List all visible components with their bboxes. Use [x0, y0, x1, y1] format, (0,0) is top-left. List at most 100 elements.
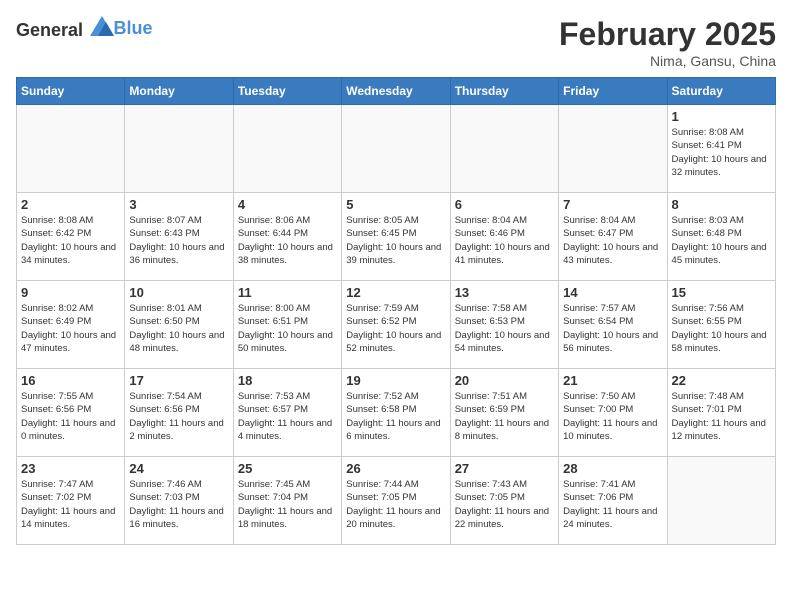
calendar-header-row: SundayMondayTuesdayWednesdayThursdayFrid… — [17, 78, 776, 105]
calendar-cell — [233, 105, 341, 193]
day-number: 23 — [21, 461, 120, 476]
calendar-cell: 23 Sunrise: 7:47 AM Sunset: 7:02 PM Dayli… — [17, 457, 125, 545]
day-info: Sunrise: 7:46 AM Sunset: 7:03 PM Dayligh… — [129, 478, 228, 531]
day-header-saturday: Saturday — [667, 78, 775, 105]
day-header-sunday: Sunday — [17, 78, 125, 105]
day-info: Sunrise: 8:08 AM Sunset: 6:42 PM Dayligh… — [21, 214, 120, 267]
day-info: Sunrise: 7:58 AM Sunset: 6:53 PM Dayligh… — [455, 302, 554, 355]
calendar-cell: 10 Sunrise: 8:01 AM Sunset: 6:50 PM Dayli… — [125, 281, 233, 369]
day-number: 19 — [346, 373, 445, 388]
day-number: 1 — [672, 109, 771, 124]
calendar-cell: 25 Sunrise: 7:45 AM Sunset: 7:04 PM Dayli… — [233, 457, 341, 545]
calendar-cell: 24 Sunrise: 7:46 AM Sunset: 7:03 PM Dayli… — [125, 457, 233, 545]
day-number: 13 — [455, 285, 554, 300]
logo-blue: Blue — [114, 18, 153, 38]
day-info: Sunrise: 8:00 AM Sunset: 6:51 PM Dayligh… — [238, 302, 337, 355]
day-number: 16 — [21, 373, 120, 388]
day-info: Sunrise: 7:50 AM Sunset: 7:00 PM Dayligh… — [563, 390, 662, 443]
logo-icon — [90, 16, 114, 36]
calendar-cell: 28 Sunrise: 7:41 AM Sunset: 7:06 PM Dayli… — [559, 457, 667, 545]
day-number: 14 — [563, 285, 662, 300]
calendar-cell: 16Sunrise: 7:55 AM Sunset: 6:56 PM Dayli… — [17, 369, 125, 457]
calendar-title: February 2025 — [559, 16, 776, 53]
calendar-cell — [125, 105, 233, 193]
day-info: Sunrise: 7:48 AM Sunset: 7:01 PM Dayligh… — [672, 390, 771, 443]
calendar-cell: 18 Sunrise: 7:53 AM Sunset: 6:57 PM Dayli… — [233, 369, 341, 457]
day-number: 18 — [238, 373, 337, 388]
day-info: Sunrise: 8:01 AM Sunset: 6:50 PM Dayligh… — [129, 302, 228, 355]
calendar-cell: 11 Sunrise: 8:00 AM Sunset: 6:51 PM Dayli… — [233, 281, 341, 369]
day-number: 12 — [346, 285, 445, 300]
calendar-cell — [342, 105, 450, 193]
day-info: Sunrise: 7:56 AM Sunset: 6:55 PM Dayligh… — [672, 302, 771, 355]
calendar-cell: 3Sunrise: 8:07 AM Sunset: 6:43 PM Daylig… — [125, 193, 233, 281]
logo-general: General — [16, 20, 83, 40]
calendar-cell: 21Sunrise: 7:50 AM Sunset: 7:00 PM Dayli… — [559, 369, 667, 457]
day-number: 6 — [455, 197, 554, 212]
day-number: 26 — [346, 461, 445, 476]
day-number: 15 — [672, 285, 771, 300]
calendar-cell: 2 Sunrise: 8:08 AM Sunset: 6:42 PM Daylig… — [17, 193, 125, 281]
calendar-cell: 4Sunrise: 8:06 AM Sunset: 6:44 PM Daylig… — [233, 193, 341, 281]
title-block: February 2025 Nima, Gansu, China — [559, 16, 776, 69]
calendar-cell: 17 Sunrise: 7:54 AM Sunset: 6:56 PM Dayli… — [125, 369, 233, 457]
day-info: Sunrise: 7:45 AM Sunset: 7:04 PM Dayligh… — [238, 478, 337, 531]
calendar-cell: 13 Sunrise: 7:58 AM Sunset: 6:53 PM Dayli… — [450, 281, 558, 369]
page-header: General Blue February 2025 Nima, Gansu, … — [16, 16, 776, 69]
day-info: Sunrise: 7:47 AM Sunset: 7:02 PM Dayligh… — [21, 478, 120, 531]
day-number: 2 — [21, 197, 120, 212]
day-info: Sunrise: 8:03 AM Sunset: 6:48 PM Dayligh… — [672, 214, 771, 267]
calendar-week-4: 16Sunrise: 7:55 AM Sunset: 6:56 PM Dayli… — [17, 369, 776, 457]
day-number: 28 — [563, 461, 662, 476]
day-number: 5 — [346, 197, 445, 212]
day-info: Sunrise: 8:04 AM Sunset: 6:46 PM Dayligh… — [455, 214, 554, 267]
day-info: Sunrise: 7:53 AM Sunset: 6:57 PM Dayligh… — [238, 390, 337, 443]
day-info: Sunrise: 7:54 AM Sunset: 6:56 PM Dayligh… — [129, 390, 228, 443]
calendar-cell: 14 Sunrise: 7:57 AM Sunset: 6:54 PM Dayli… — [559, 281, 667, 369]
calendar-cell: 27 Sunrise: 7:43 AM Sunset: 7:05 PM Dayli… — [450, 457, 558, 545]
calendar-table: SundayMondayTuesdayWednesdayThursdayFrid… — [16, 77, 776, 545]
day-number: 22 — [672, 373, 771, 388]
calendar-week-1: 1 Sunrise: 8:08 AM Sunset: 6:41 PM Daylig… — [17, 105, 776, 193]
day-header-wednesday: Wednesday — [342, 78, 450, 105]
calendar-cell: 7 Sunrise: 8:04 AM Sunset: 6:47 PM Daylig… — [559, 193, 667, 281]
day-info: Sunrise: 7:59 AM Sunset: 6:52 PM Dayligh… — [346, 302, 445, 355]
day-info: Sunrise: 7:41 AM Sunset: 7:06 PM Dayligh… — [563, 478, 662, 531]
day-number: 10 — [129, 285, 228, 300]
day-number: 11 — [238, 285, 337, 300]
day-info: Sunrise: 7:44 AM Sunset: 7:05 PM Dayligh… — [346, 478, 445, 531]
day-info: Sunrise: 7:52 AM Sunset: 6:58 PM Dayligh… — [346, 390, 445, 443]
calendar-cell — [559, 105, 667, 193]
day-number: 3 — [129, 197, 228, 212]
calendar-cell: 9Sunrise: 8:02 AM Sunset: 6:49 PM Daylig… — [17, 281, 125, 369]
day-number: 25 — [238, 461, 337, 476]
calendar-cell — [17, 105, 125, 193]
day-number: 17 — [129, 373, 228, 388]
calendar-cell — [667, 457, 775, 545]
calendar-cell: 15 Sunrise: 7:56 AM Sunset: 6:55 PM Dayli… — [667, 281, 775, 369]
day-number: 24 — [129, 461, 228, 476]
day-number: 27 — [455, 461, 554, 476]
calendar-cell — [450, 105, 558, 193]
calendar-cell: 19 Sunrise: 7:52 AM Sunset: 6:58 PM Dayli… — [342, 369, 450, 457]
calendar-cell: 20Sunrise: 7:51 AM Sunset: 6:59 PM Dayli… — [450, 369, 558, 457]
calendar-cell: 26 Sunrise: 7:44 AM Sunset: 7:05 PM Dayli… — [342, 457, 450, 545]
logo: General Blue — [16, 16, 153, 41]
calendar-week-3: 9Sunrise: 8:02 AM Sunset: 6:49 PM Daylig… — [17, 281, 776, 369]
day-info: Sunrise: 8:05 AM Sunset: 6:45 PM Dayligh… — [346, 214, 445, 267]
calendar-subtitle: Nima, Gansu, China — [559, 53, 776, 69]
calendar-cell: 6 Sunrise: 8:04 AM Sunset: 6:46 PM Daylig… — [450, 193, 558, 281]
day-header-thursday: Thursday — [450, 78, 558, 105]
calendar-week-5: 23 Sunrise: 7:47 AM Sunset: 7:02 PM Dayli… — [17, 457, 776, 545]
calendar-cell: 5 Sunrise: 8:05 AM Sunset: 6:45 PM Daylig… — [342, 193, 450, 281]
day-info: Sunrise: 7:57 AM Sunset: 6:54 PM Dayligh… — [563, 302, 662, 355]
day-header-tuesday: Tuesday — [233, 78, 341, 105]
day-number: 7 — [563, 197, 662, 212]
day-info: Sunrise: 8:04 AM Sunset: 6:47 PM Dayligh… — [563, 214, 662, 267]
day-info: Sunrise: 7:43 AM Sunset: 7:05 PM Dayligh… — [455, 478, 554, 531]
day-number: 20 — [455, 373, 554, 388]
day-info: Sunrise: 8:08 AM Sunset: 6:41 PM Dayligh… — [672, 126, 771, 179]
day-number: 8 — [672, 197, 771, 212]
day-info: Sunrise: 8:06 AM Sunset: 6:44 PM Dayligh… — [238, 214, 337, 267]
day-header-friday: Friday — [559, 78, 667, 105]
